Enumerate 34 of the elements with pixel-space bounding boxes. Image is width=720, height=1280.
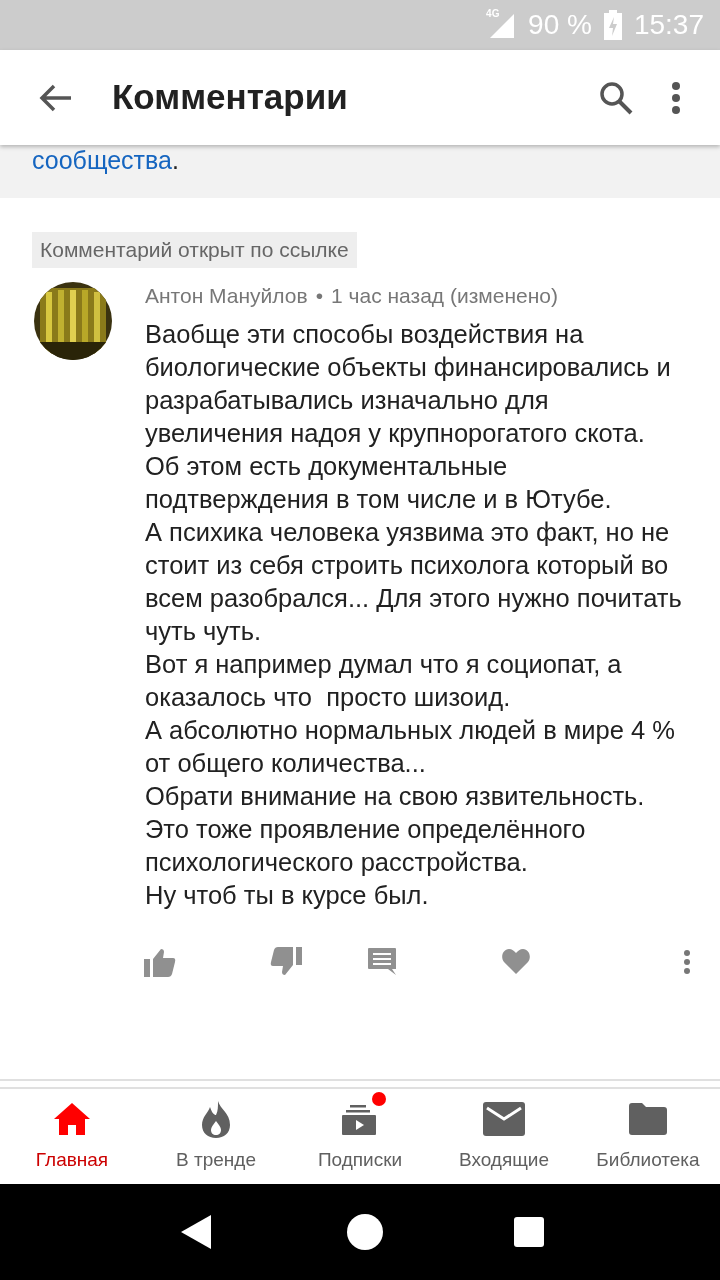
system-recents-button[interactable] xyxy=(514,1217,545,1247)
comment-paragraph: Обрати внимание на свою язвительность. Это тоже проявление определённого психологического расстройства. xyxy=(145,780,646,878)
more-vertical-icon xyxy=(683,948,691,975)
comment-time: 1 час назад (изменено) xyxy=(331,282,558,309)
bottom-nav-tab[interactable]: В тренде xyxy=(144,1089,288,1184)
comment-paragraph: Ваобще эти способы воздействия на биологические объекты финансировались и разрабатывались изначально для увеличения надоя у крупнорогатого скота. xyxy=(145,318,672,449)
thumbs-down-icon xyxy=(270,946,302,977)
back-arrow-icon xyxy=(39,82,73,113)
search-icon xyxy=(598,79,634,116)
battery-charging-icon xyxy=(603,10,622,40)
thumbs-up-icon xyxy=(144,946,176,977)
sentence-end: . xyxy=(171,145,179,175)
highlighted-comment-label: Комментарий открыт по ссылке xyxy=(32,232,357,268)
community-link[interactable]: сообщества xyxy=(32,145,172,175)
system-home-button[interactable] xyxy=(347,1214,383,1250)
bottom-nav-tab[interactable]: Главная xyxy=(0,1089,144,1184)
heart-icon xyxy=(502,949,530,974)
comment-icon xyxy=(368,947,396,976)
bottom-nav-tab[interactable]: Подписки xyxy=(288,1089,432,1184)
comment-paragraph: Вот я например думал что я социопат, а оказалось что просто шизоид. xyxy=(145,648,623,713)
comment-author: Антон Мануйлов xyxy=(145,282,308,309)
bottom-nav-tab[interactable]: Библиотека xyxy=(576,1089,720,1184)
home-icon xyxy=(52,1101,92,1138)
meta-separator: • xyxy=(315,282,324,309)
comment-paragraph: Об этом есть документальные подтверждения в том числе и в Ютубе. xyxy=(145,450,613,515)
bottom-nav-tab[interactable]: Входящие xyxy=(432,1089,576,1184)
mail-icon xyxy=(483,1102,525,1137)
flame-icon xyxy=(200,1099,232,1140)
comment-paragraph: А психика человека уязвима это факт, но не стоит из себя строить психолога который во всем разобрался... Для этого нужно почитать чуть чуть. xyxy=(145,516,683,647)
folder-icon xyxy=(629,1103,667,1136)
comment-paragraph: А абсолютно нормальных людей в мире 4 % от общего количества... xyxy=(145,714,676,779)
more-vertical-icon xyxy=(671,81,681,114)
comment-paragraph: Ну чтоб ты в курсе был. xyxy=(145,879,430,911)
screen-title: Комментарии xyxy=(112,76,349,119)
